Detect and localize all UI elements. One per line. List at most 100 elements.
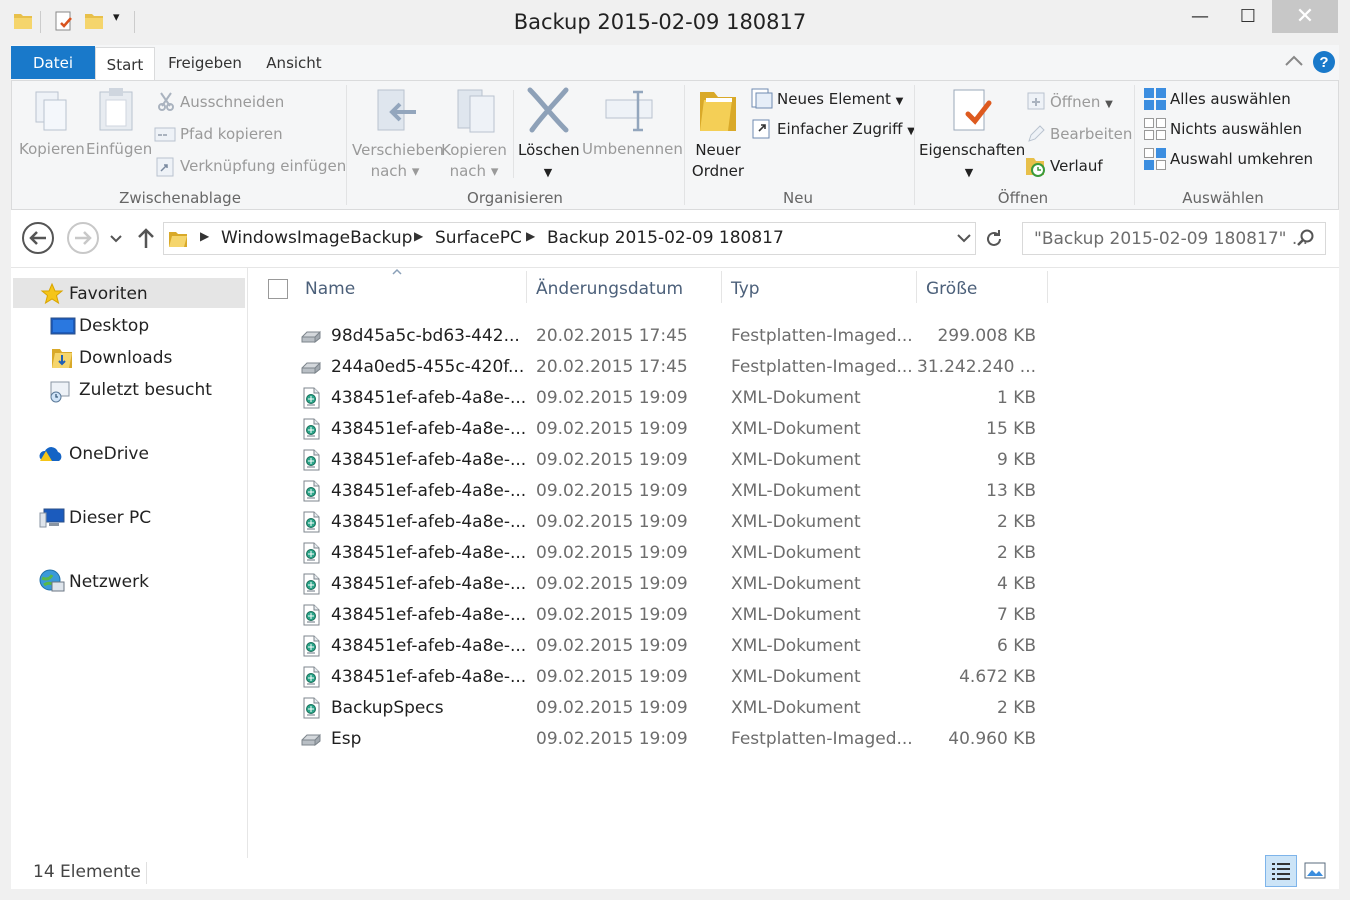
file-row[interactable]: 438451ef-afeb-4a8e-... 09.02.2015 19:09 XM…	[260, 444, 1050, 475]
xml-file-icon	[303, 449, 320, 471]
details-view-icon[interactable]	[1265, 855, 1297, 887]
file-row[interactable]: 438451ef-afeb-4a8e-... 09.02.2015 19:09 XM…	[260, 568, 1050, 599]
breadcrumb-separator[interactable]: ▶	[200, 229, 209, 243]
file-size: 15 KB	[986, 418, 1036, 439]
breadcrumb-item[interactable]: WindowsImageBackup	[221, 228, 412, 248]
select-all-button[interactable]: Alles auswählen	[1170, 90, 1291, 108]
column-header-date[interactable]: Änderungsdatum	[536, 279, 683, 299]
copy-to-button[interactable]: Kopieren nach ▾	[440, 140, 508, 182]
help-icon[interactable]: ?	[1312, 50, 1336, 74]
properties-icon	[953, 89, 992, 131]
file-date: 09.02.2015 19:09	[536, 728, 688, 749]
breadcrumb-separator[interactable]: ▶	[414, 229, 423, 243]
group-label-open: Öffnen	[997, 189, 1049, 207]
disk-image-icon	[301, 733, 321, 747]
nav-this-pc[interactable]: Dieser PC	[69, 508, 151, 528]
minimize-ribbon-icon[interactable]	[1284, 53, 1304, 69]
paste-shortcut-button[interactable]: Verknüpfung einfügen	[180, 157, 346, 175]
minimize-button[interactable]: —	[1180, 0, 1220, 33]
file-type: XML-Dokument	[731, 418, 861, 439]
cut-button[interactable]: Ausschneiden	[180, 93, 284, 111]
xml-file-icon	[303, 666, 320, 688]
history-button[interactable]: Verlauf	[1050, 157, 1103, 175]
column-divider[interactable]	[916, 271, 917, 303]
column-divider[interactable]	[721, 271, 722, 303]
file-row[interactable]: 438451ef-afeb-4a8e-... 09.02.2015 19:09 XM…	[260, 506, 1050, 537]
file-name: 438451ef-afeb-4a8e-...	[331, 573, 527, 594]
open-button[interactable]: Öffnen ▼	[1050, 93, 1113, 111]
file-row[interactable]: 438451ef-afeb-4a8e-... 09.02.2015 19:09 XM…	[260, 382, 1050, 413]
search-icon[interactable]	[1296, 228, 1316, 248]
recent-locations-icon[interactable]	[108, 231, 124, 245]
nav-downloads[interactable]: Downloads	[79, 348, 172, 368]
easy-access-button[interactable]: Einfacher Zugriff ▼	[777, 120, 915, 138]
nav-favorites[interactable]: Favoriten	[69, 284, 148, 304]
file-row[interactable]: 438451ef-afeb-4a8e-... 09.02.2015 19:09 XM…	[260, 599, 1050, 630]
new-item-button[interactable]: Neues Element ▼	[777, 90, 903, 108]
xml-file-icon	[303, 511, 320, 533]
rename-button[interactable]: Umbenennen	[582, 140, 683, 158]
copy-to-icon	[457, 89, 495, 133]
breadcrumb-separator[interactable]: ▶	[526, 229, 535, 243]
new-folder-button[interactable]: Neuer Ordner	[688, 140, 748, 182]
file-row[interactable]: 98d45a5c-bd63-442... 20.02.2015 17:45 Fest…	[260, 320, 1050, 351]
star-icon	[40, 282, 64, 305]
history-icon	[1026, 158, 1045, 177]
file-row[interactable]: 438451ef-afeb-4a8e-... 09.02.2015 19:09 XM…	[260, 537, 1050, 568]
paste-shortcut-icon	[156, 157, 174, 177]
paste-button[interactable]: Einfügen	[86, 140, 152, 158]
column-header-size[interactable]: Größe	[926, 279, 977, 299]
select-all-checkbox[interactable]	[268, 279, 288, 299]
file-name: 438451ef-afeb-4a8e-...	[331, 542, 527, 563]
breadcrumb-item[interactable]: SurfacePC	[435, 228, 522, 248]
downloads-icon	[52, 349, 72, 368]
file-row[interactable]: 438451ef-afeb-4a8e-... 09.02.2015 19:09 XM…	[260, 413, 1050, 444]
column-divider[interactable]	[1047, 271, 1048, 303]
copy-path-button[interactable]: Pfad kopieren	[180, 125, 283, 143]
file-name: BackupSpecs	[331, 697, 444, 718]
nav-network[interactable]: Netzwerk	[69, 572, 149, 592]
move-to-button[interactable]: Verschieben nach ▾	[352, 140, 444, 182]
delete-button[interactable]: Löschen ▼	[518, 140, 580, 183]
file-type: XML-Dokument	[731, 449, 861, 470]
file-row[interactable]: BackupSpecs 09.02.2015 19:09 XML-Dokument 2…	[260, 692, 1050, 723]
back-icon[interactable]	[20, 220, 56, 256]
column-divider[interactable]	[526, 271, 527, 303]
column-header-name[interactable]: Name	[305, 279, 355, 299]
close-button[interactable]: ✕	[1272, 0, 1338, 33]
tab-ansicht[interactable]: Ansicht	[258, 47, 330, 79]
file-name: 438451ef-afeb-4a8e-...	[331, 511, 527, 532]
select-none-button[interactable]: Nichts auswählen	[1170, 120, 1302, 138]
ribbon-divider	[1134, 85, 1135, 205]
column-header-type[interactable]: Typ	[731, 279, 760, 299]
nav-desktop[interactable]: Desktop	[79, 316, 149, 336]
file-size: 6 KB	[996, 635, 1036, 656]
large-icons-view-icon[interactable]	[1301, 857, 1329, 885]
file-row[interactable]: 244a0ed5-455c-420f... 20.02.2015 17:45 Fes…	[260, 351, 1050, 382]
file-row[interactable]: 438451ef-afeb-4a8e-... 09.02.2015 19:09 XM…	[260, 475, 1050, 506]
copy-button[interactable]: Kopieren	[19, 140, 85, 158]
file-type: Festplatten-Imaged...	[731, 325, 913, 346]
maximize-button[interactable]: ☐	[1228, 0, 1268, 33]
recent-places-icon	[50, 381, 70, 403]
address-history-icon[interactable]	[955, 231, 973, 245]
nav-recent[interactable]: Zuletzt besucht	[79, 380, 212, 400]
file-row[interactable]: 438451ef-afeb-4a8e-... 09.02.2015 19:09 XM…	[260, 661, 1050, 692]
tab-freigeben[interactable]: Freigeben	[160, 47, 250, 79]
tab-datei[interactable]: Datei	[11, 46, 95, 79]
file-row[interactable]: Esp 09.02.2015 19:09 Festplatten-Imaged...…	[260, 723, 1050, 754]
tab-start[interactable]: Start	[95, 47, 155, 81]
file-row[interactable]: 438451ef-afeb-4a8e-... 09.02.2015 19:09 XM…	[260, 630, 1050, 661]
up-icon[interactable]	[134, 226, 158, 250]
invert-selection-button[interactable]: Auswahl umkehren	[1170, 150, 1313, 168]
file-size: 13 KB	[986, 480, 1036, 501]
properties-button[interactable]: Eigenschaften ▼	[919, 140, 1025, 183]
file-size: 2 KB	[996, 697, 1036, 718]
forward-icon[interactable]	[65, 220, 101, 256]
file-size: 4 KB	[996, 573, 1036, 594]
file-date: 09.02.2015 19:09	[536, 573, 688, 594]
nav-onedrive[interactable]: OneDrive	[69, 444, 149, 464]
refresh-icon[interactable]	[983, 228, 1005, 250]
breadcrumb-item[interactable]: Backup 2015-02-09 180817	[547, 228, 784, 248]
edit-button[interactable]: Bearbeiten	[1050, 125, 1132, 143]
